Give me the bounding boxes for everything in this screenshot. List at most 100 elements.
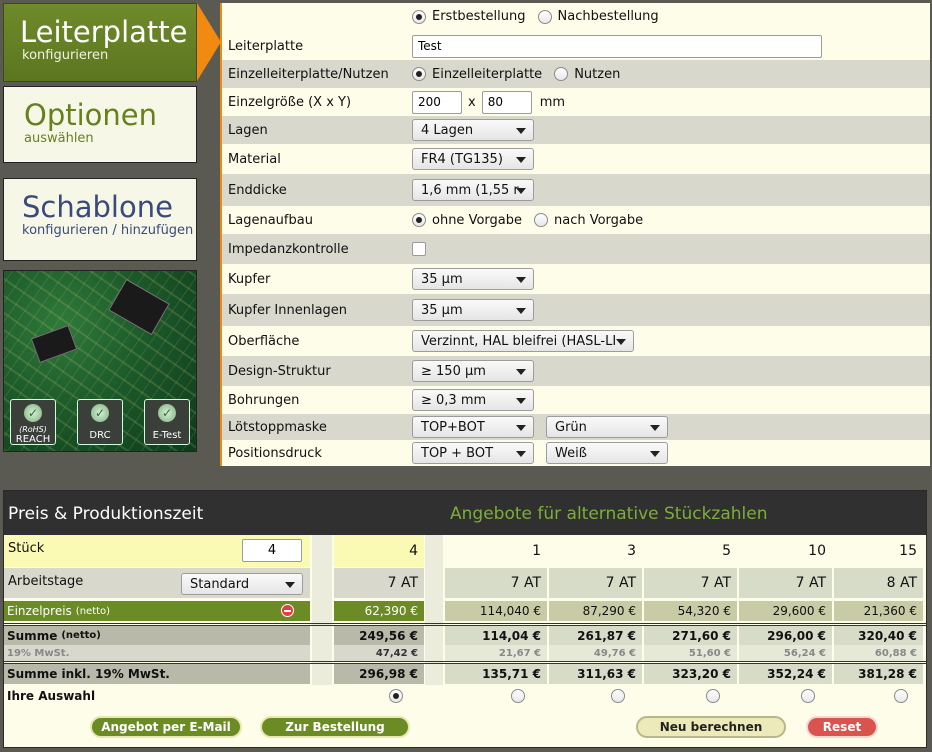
- unit-price-label: Einzelpreis: [7, 604, 72, 618]
- recalculate-button[interactable]: Neu berechnen: [636, 716, 786, 738]
- main-choice-radio[interactable]: [389, 689, 403, 703]
- select-value: Verzinnt, HAL bleifrei (HASL-LI: [421, 334, 617, 349]
- alt-0-vat-cell: 21,67 €: [445, 645, 547, 661]
- workdays-row-label-cell: Arbeitstage Standard: [4, 568, 310, 598]
- remove-icon[interactable]: [281, 604, 294, 617]
- nav-subtitle: konfigurieren / hinzufügen: [22, 223, 194, 238]
- radio-nach-vorgabe[interactable]: [533, 213, 548, 227]
- field-control: ohne Vorgabe nach Vorgabe: [412, 206, 649, 234]
- drill-select[interactable]: ≥ 0,3 mm: [412, 389, 534, 411]
- layers-select[interactable]: 4 Lagen: [412, 119, 534, 141]
- nav-optionen[interactable]: Optionen auswählen: [3, 86, 197, 163]
- order-type-options: Erstbestellung Nachbestellung: [412, 3, 665, 30]
- radio-nutzen[interactable]: [554, 67, 569, 81]
- alt-4-qty-value: 15: [899, 543, 917, 559]
- alt-4-choice-radio[interactable]: [893, 689, 908, 703]
- size-x-input[interactable]: [412, 90, 462, 114]
- alt-1-sum-cell: 261,87 €: [549, 626, 642, 645]
- main-vat-cell: 47,42 €: [334, 645, 424, 661]
- alt-2-total-value: 323,20 €: [672, 667, 731, 681]
- radio-label: Nutzen: [574, 66, 621, 82]
- field-control: FR4 (TG135): [412, 144, 534, 174]
- field-label: Bohrungen: [228, 392, 300, 408]
- pcb-chip: [108, 278, 170, 336]
- select-value: Weiß: [555, 446, 587, 461]
- nav-title: Schablone: [22, 190, 173, 224]
- field-label: Kupfer Innenlagen: [228, 302, 348, 318]
- radio-nachbestellung[interactable]: [537, 9, 552, 24]
- radio-erstbestellung[interactable]: [412, 9, 426, 24]
- size-y-input[interactable]: [481, 90, 532, 114]
- alt-1-choice-radio[interactable]: [610, 689, 625, 703]
- alt-4-days-value: 8 AT: [886, 575, 917, 591]
- price-panel: Preis & Produktionszeit Angebote für alt…: [3, 490, 927, 748]
- alt-2-days-cell: 7 AT: [644, 568, 737, 598]
- soldermask-color-select[interactable]: Grün: [546, 416, 668, 438]
- stackup-row: Lagenaufbau ohne Vorgabe nach Vorgabe: [222, 206, 930, 234]
- pcb-name-input[interactable]: [412, 34, 822, 58]
- alt-3-vat-value: 56,24 €: [783, 647, 826, 659]
- price-header: Preis & Produktionszeit Angebote für alt…: [4, 491, 926, 535]
- chevron-down-icon: [650, 451, 660, 457]
- workdays-select[interactable]: Standard: [181, 573, 303, 595]
- select-value: 35 µm: [421, 272, 463, 287]
- alt-1-qty-value: 3: [627, 543, 636, 559]
- chevron-down-icon: [516, 308, 526, 314]
- radio-ohne-vorgabe[interactable]: [412, 213, 426, 227]
- alt-0-total-value: 135,71 €: [482, 667, 541, 681]
- alt-2-choice-cell: [644, 685, 737, 707]
- pcb-name-row: Leiterplatte: [222, 32, 930, 60]
- drc-badge: ✓ DRC: [77, 399, 123, 445]
- chevron-down-icon: [516, 451, 526, 457]
- soldermask-sides-select[interactable]: TOP+BOT: [412, 416, 534, 438]
- alt-1-days-value: 7 AT: [605, 575, 636, 591]
- alt-3-sum-value: 296,00 €: [767, 628, 826, 643]
- chevron-down-icon: [516, 425, 526, 431]
- legend-color-select[interactable]: Weiß: [546, 442, 668, 464]
- design-select[interactable]: ≥ 150 µm: [412, 360, 534, 382]
- email-quote-button[interactable]: Angebot per E-Mail: [90, 716, 242, 738]
- legend-sides-select[interactable]: TOP + BOT: [412, 442, 534, 464]
- chevron-down-icon: [516, 157, 526, 163]
- alt-2-days-value: 7 AT: [700, 575, 731, 591]
- surface-select[interactable]: Verzinnt, HAL bleifrei (HASL-LI: [412, 330, 634, 352]
- field-control: 35 µm: [412, 264, 534, 294]
- nav-leiterplatte[interactable]: Leiterplatte konfigurieren: [3, 3, 197, 82]
- alt-2-unit-cell: 54,320 €: [644, 601, 737, 621]
- copper-inner-select[interactable]: 35 µm: [412, 299, 534, 321]
- alt-2-vat-value: 51,60 €: [688, 647, 731, 659]
- main-vat-value: 47,42 €: [375, 647, 418, 659]
- field-label: Leiterplatte: [228, 38, 304, 54]
- field-label: Positionsdruck: [228, 445, 322, 461]
- order-button[interactable]: Zur Bestellung: [260, 716, 410, 738]
- field-control: 4 Lagen: [412, 116, 534, 144]
- field-label: Lötstoppmaske: [228, 419, 327, 435]
- rohs-mark: (RoHS): [19, 425, 47, 434]
- alt-0-sum-value: 114,04 €: [482, 628, 541, 643]
- alt-4-unit-value: 21,360 €: [863, 604, 917, 618]
- active-arrow-icon: [197, 3, 221, 81]
- select-value: TOP+BOT: [421, 420, 485, 435]
- main-choice-cell: [334, 685, 424, 707]
- material-select[interactable]: FR4 (TG135): [412, 148, 534, 170]
- alt-2-choice-radio[interactable]: [705, 689, 720, 703]
- thickness-row: Enddicke 1,6 mm (1,55 r: [222, 174, 930, 206]
- chevron-down-icon: [516, 369, 526, 375]
- copper-select[interactable]: 35 µm: [412, 268, 534, 290]
- alt-3-choice-radio[interactable]: [800, 689, 815, 703]
- reset-button[interactable]: Reset: [806, 716, 878, 738]
- alt-0-choice-radio[interactable]: [511, 689, 525, 703]
- select-value: ≥ 150 µm: [421, 364, 486, 379]
- thickness-select[interactable]: 1,6 mm (1,55 r: [412, 179, 534, 201]
- nav-schablone[interactable]: Schablone konfigurieren / hinzufügen: [3, 178, 197, 261]
- field-control: [412, 32, 822, 60]
- main-qty-value: 4: [409, 543, 418, 559]
- radio-label: Erstbestellung: [432, 9, 526, 24]
- qty-input[interactable]: [242, 539, 302, 562]
- pcb-photo: ✓ (RoHS) REACH ✓ DRC ✓ E-Test: [3, 270, 197, 452]
- radio-einzelleiterplatte[interactable]: [412, 67, 426, 81]
- alt-2-total-cell: 323,20 €: [644, 664, 737, 684]
- field-control: TOP + BOT Weiß: [412, 440, 668, 466]
- choice-label: Ihre Auswahl: [7, 689, 96, 703]
- impedance-checkbox[interactable]: [412, 242, 426, 256]
